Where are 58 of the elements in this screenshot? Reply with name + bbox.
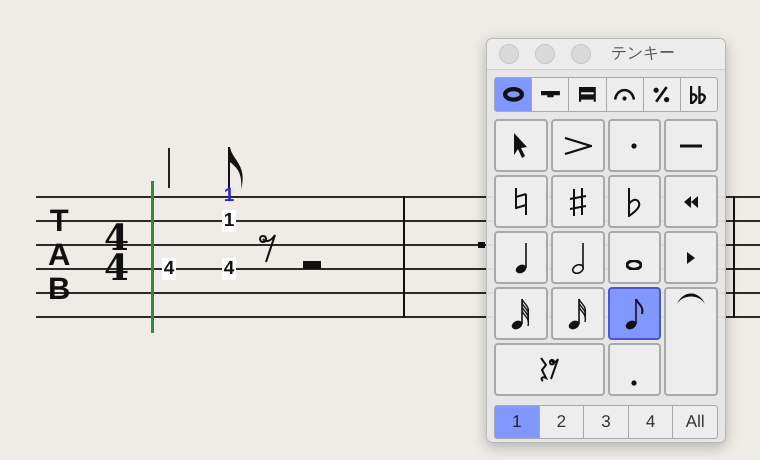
palette-tab[interactable] (495, 78, 532, 111)
quarter-note-icon (514, 242, 528, 274)
fret-number: 4 (162, 258, 176, 280)
palette-key[interactable] (494, 287, 548, 340)
voice-tab[interactable]: 4 (628, 406, 672, 438)
dash-icon (680, 144, 702, 148)
voice-tab[interactable]: All (673, 406, 717, 438)
beam-icon (579, 86, 596, 102)
natural-icon (514, 187, 528, 216)
stem (168, 148, 170, 188)
palette-key[interactable] (494, 175, 548, 228)
eighth-note-icon (624, 298, 645, 330)
palette-key[interactable] (664, 119, 718, 172)
palette-key[interactable] (608, 231, 662, 284)
palette-tab[interactable] (569, 78, 606, 111)
flat-icon (626, 186, 642, 216)
tab-clef-letter: A (48, 238, 70, 272)
fret-number: 1 (222, 210, 236, 232)
palette-key[interactable] (494, 343, 604, 396)
voice-tab[interactable]: 2 (540, 406, 584, 438)
palette-key[interactable] (608, 287, 662, 340)
dot-icon (631, 380, 638, 386)
bar-icon (540, 91, 560, 98)
sixty-fourth-note-icon (510, 298, 532, 330)
percent-icon (653, 86, 670, 103)
palette-key[interactable] (494, 231, 548, 284)
half-rest (303, 261, 321, 269)
half-note-icon (570, 242, 585, 274)
voice-tab[interactable]: 3 (584, 406, 628, 438)
whole-note-icon (502, 87, 524, 102)
voice-tab[interactable]: 1 (495, 406, 539, 438)
fermata-icon (614, 88, 636, 102)
pointer-icon (513, 132, 528, 159)
dot-icon (631, 142, 638, 148)
palette-key[interactable] (664, 175, 718, 228)
palette-key[interactable] (550, 119, 604, 172)
sharp-icon (568, 186, 587, 216)
palette-tab[interactable] (644, 78, 680, 111)
palette-key[interactable] (550, 287, 604, 340)
palette-key[interactable] (550, 231, 604, 284)
double-flat-icon (690, 84, 708, 104)
window-title: テンキー (611, 44, 675, 64)
palette-tab[interactable] (532, 78, 568, 111)
fret-number: 4 (222, 258, 236, 280)
palette-key[interactable] (550, 175, 604, 228)
eighth-rest (259, 234, 276, 263)
palette-key[interactable] (494, 119, 548, 172)
whole-note-icon (626, 260, 642, 270)
palette-tab[interactable] (606, 78, 643, 111)
rewind-icon (684, 196, 698, 208)
palette-key[interactable] (608, 175, 662, 228)
tie-icon (677, 293, 706, 305)
rest-mark (478, 242, 485, 248)
accent-icon (564, 136, 592, 154)
play-icon (687, 252, 696, 264)
palette-tab[interactable] (680, 78, 717, 111)
rests-icon (538, 356, 560, 383)
thirty-second-note-icon (567, 298, 588, 330)
